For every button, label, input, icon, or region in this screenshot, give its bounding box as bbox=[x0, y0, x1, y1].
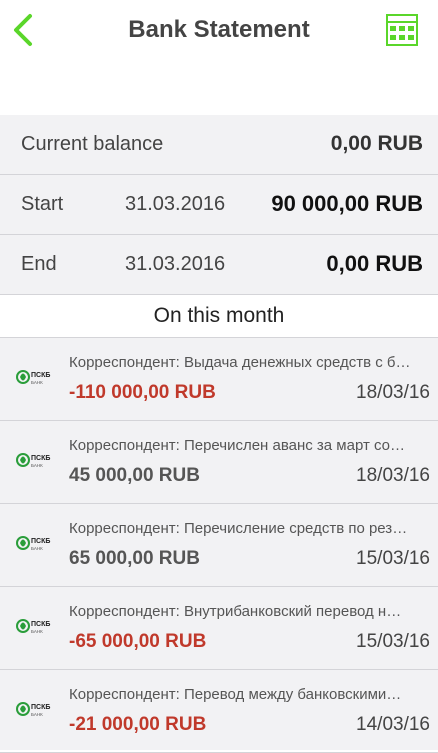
transaction-row[interactable]: ПСКБ БАНК Корреспондент: Перечисление ср… bbox=[0, 504, 438, 587]
transaction-description: Корреспондент: Выдача денежных средств с… bbox=[69, 354, 411, 371]
summary-row-current: Current balance 0,00 RUB bbox=[0, 115, 438, 175]
transaction-description: Корреспондент: Перечислен аванс за март … bbox=[69, 437, 406, 454]
logo-name: ПСКБ bbox=[31, 455, 50, 462]
transaction-date: 18/03/16 bbox=[356, 465, 430, 486]
bank-logo-icon: ПСКБ БАНК bbox=[16, 702, 50, 717]
transaction-amount: -110 000,00 RUB bbox=[69, 382, 216, 403]
bank-logo-icon: ПСКБ БАНК bbox=[16, 619, 50, 634]
logo-name: ПСКБ bbox=[31, 372, 50, 379]
summary-value: 90 000,00 RUB bbox=[271, 191, 423, 216]
logo-sub: БАНК bbox=[31, 629, 43, 634]
transaction-description: Корреспондент: Внутрибанковский перевод … bbox=[69, 603, 402, 620]
summary-value: 0,00 RUB bbox=[326, 251, 423, 276]
transaction-amount: 45 000,00 RUB bbox=[69, 465, 200, 486]
bank-logo-icon: ПСКБ БАНК bbox=[16, 370, 50, 385]
transaction-date: 18/03/16 bbox=[356, 382, 430, 403]
transaction-description: Корреспондент: Перевод между банковскими… bbox=[69, 686, 402, 703]
transaction-amount: -21 000,00 RUB bbox=[69, 714, 207, 735]
logo-name: ПСКБ bbox=[31, 704, 50, 711]
summary-row-start: Start 31.03.2016 90 000,00 RUB bbox=[0, 175, 438, 235]
summary-date: 31.03.2016 bbox=[125, 253, 226, 275]
summary-label: End bbox=[21, 253, 57, 275]
transaction-amount: -65 000,00 RUB bbox=[69, 631, 207, 652]
summary-label: Start bbox=[21, 193, 64, 215]
bank-logo-icon: ПСКБ БАНК bbox=[16, 536, 50, 551]
transaction-date: 14/03/16 bbox=[356, 714, 430, 735]
transaction-row[interactable]: ПСКБ БАНК Корреспондент: Перевод между б… bbox=[0, 670, 438, 753]
page-title: Bank Statement bbox=[128, 16, 310, 43]
summary-label: Current balance bbox=[21, 133, 164, 155]
transaction-description: Корреспондент: Перечисление средств по р… bbox=[69, 520, 408, 537]
logo-name: ПСКБ bbox=[31, 621, 50, 628]
transaction-list: ПСКБ БАНК Корреспондент: Выдача денежных… bbox=[0, 338, 438, 753]
summary-date: 31.03.2016 bbox=[125, 193, 226, 215]
logo-sub: БАНК bbox=[31, 463, 43, 468]
bank-logo-icon: ПСКБ БАНК bbox=[16, 453, 50, 468]
transaction-row[interactable]: ПСКБ БАНК Корреспондент: Выдача денежных… bbox=[0, 338, 438, 421]
transaction-date: 15/03/16 bbox=[356, 548, 430, 569]
summary-row-end: End 31.03.2016 0,00 RUB bbox=[0, 235, 438, 295]
transaction-row[interactable]: ПСКБ БАНК Корреспондент: Внутрибанковски… bbox=[0, 587, 438, 670]
table-grid-icon[interactable] bbox=[386, 14, 418, 46]
logo-sub: БАНК bbox=[31, 546, 43, 551]
nav-bar: Bank Statement bbox=[0, 0, 438, 116]
transaction-row[interactable]: ПСКБ БАНК Корреспондент: Перечислен аван… bbox=[0, 421, 438, 504]
logo-sub: БАНК bbox=[31, 712, 43, 717]
transaction-date: 15/03/16 bbox=[356, 631, 430, 652]
summary-value: 0,00 RUB bbox=[330, 132, 423, 155]
balance-summary: Current balance 0,00 RUB Start 31.03.201… bbox=[0, 115, 438, 295]
logo-name: ПСКБ bbox=[31, 538, 50, 545]
logo-sub: БАНК bbox=[31, 380, 43, 385]
transaction-amount: 65 000,00 RUB bbox=[69, 548, 200, 569]
section-header: On this month bbox=[0, 296, 438, 338]
